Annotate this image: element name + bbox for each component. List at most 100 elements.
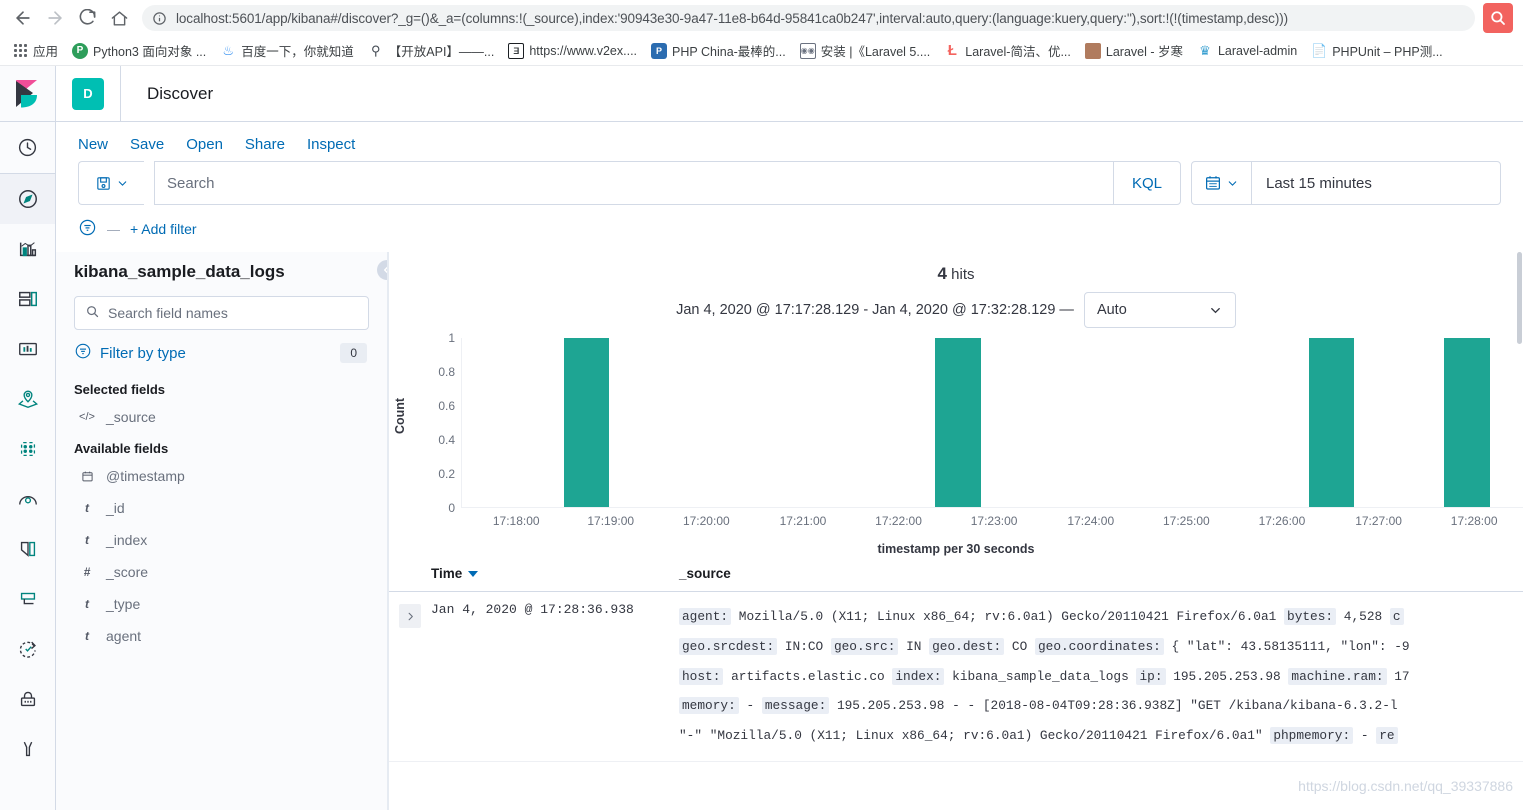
bookmark-item[interactable]: ◉◉ 安装 |《Laravel 5.... [794, 38, 937, 63]
column-header-time[interactable]: Time [389, 566, 679, 581]
sidebar-item-apm[interactable] [0, 574, 55, 624]
bookmark-label: PHP China-最棒的... [672, 45, 786, 59]
bookmark-apps[interactable]: 应用 [6, 38, 64, 63]
discover-top-menu: New Save Open Share Inspect [56, 122, 1523, 161]
sidebar-item-logs[interactable] [0, 524, 55, 574]
field-name: _index [106, 532, 148, 548]
bookmark-item[interactable]: ⚲ 【开放API】——... [362, 38, 501, 63]
y-tick: 0.6 [438, 399, 455, 413]
field-item-timestamp[interactable]: @timestamp [74, 460, 369, 492]
field-type-source-icon: </> [79, 411, 95, 423]
chart-plot-area[interactable] [461, 338, 1523, 508]
back-button[interactable] [8, 3, 38, 33]
chart-bar[interactable] [935, 338, 981, 507]
add-filter-button[interactable]: + Add filter [130, 221, 197, 237]
x-tick: 17:19:00 [587, 514, 635, 528]
chart-bar[interactable] [1444, 338, 1491, 507]
bookmark-item[interactable]: P Python3 面向对象 ... [66, 38, 212, 63]
app-badge: D [72, 77, 104, 110]
sort-desc-icon[interactable] [468, 570, 479, 577]
chart-y-ticks: 1 0.8 0.6 0.4 0.2 0 [389, 331, 455, 515]
bookmark-item[interactable]: Laravel - 岁寒 [1079, 38, 1189, 63]
source-field-key: phpmemory: [1270, 727, 1354, 745]
share-button[interactable]: Share [245, 136, 285, 153]
table-row[interactable]: Jan 4, 2020 @ 17:28:36.938 agent: Mozill… [389, 592, 1523, 763]
row-time: Jan 4, 2020 @ 17:28:36.938 [431, 602, 634, 617]
bookmark-item[interactable]: ♛ Laravel-admin [1191, 40, 1303, 62]
sidebar-item-discover[interactable] [0, 174, 55, 224]
save-button[interactable]: Save [130, 136, 164, 153]
bookmark-label: 应用 [33, 45, 59, 59]
x-tick: 17:24:00 [1067, 514, 1115, 528]
filter-bar: — + Add filter [56, 205, 1523, 252]
source-field-value: - [746, 698, 755, 714]
bookmarks-bar: 应用 P Python3 面向对象 ... ♨ 百度一下，你就知道 ⚲ 【开放A… [0, 36, 1523, 66]
sidebar-item-machine-learning[interactable] [0, 424, 55, 474]
field-item-source[interactable]: </> _source [74, 401, 369, 433]
field-item-id[interactable]: t _id [74, 492, 369, 524]
time-picker[interactable]: Last 15 minutes [1191, 161, 1501, 205]
y-tick: 1 [448, 331, 455, 345]
bookmark-label: 百度一下，你就知道 [241, 45, 354, 59]
bookmark-item[interactable]: Ǝ https://www.v2ex.... [502, 40, 643, 62]
time-range-line: Jan 4, 2020 @ 17:17:28.129 - Jan 4, 2020… [389, 292, 1523, 328]
collapse-sidebar-button[interactable] [377, 260, 387, 280]
x-tick: 17:25:00 [1162, 514, 1210, 528]
field-item-type[interactable]: t _type [74, 588, 369, 620]
expand-row-button[interactable] [399, 604, 421, 628]
field-item-index[interactable]: t _index [74, 524, 369, 556]
search-field-names-input[interactable] [108, 305, 358, 321]
source-field-value: IN:CO [784, 638, 824, 654]
interval-select[interactable]: Auto [1083, 292, 1236, 328]
time-range-label[interactable]: Last 15 minutes [1252, 175, 1386, 192]
forward-button[interactable] [40, 3, 70, 33]
search-extension-icon[interactable] [1483, 3, 1513, 33]
bookmark-label: 【开放API】——... [388, 45, 495, 59]
sidebar-item-visualize[interactable] [0, 224, 55, 274]
field-item-score[interactable]: # _score [74, 556, 369, 588]
sidebar-item-dev-tools[interactable] [0, 724, 55, 774]
inspect-button[interactable]: Inspect [307, 136, 355, 153]
x-tick: 17:27:00 [1355, 514, 1402, 528]
bookmark-item[interactable]: 📄 PHPUnit – PHP测... [1305, 38, 1448, 63]
x-tick: 17:20:00 [682, 514, 730, 528]
source-field-value: 17 [1394, 668, 1410, 684]
source-field-key: geo.dest: [929, 637, 1005, 655]
home-button[interactable] [104, 3, 134, 33]
bookmark-item[interactable]: P PHP China-最棒的... [645, 38, 792, 63]
new-button[interactable]: New [78, 136, 108, 153]
chart-bar[interactable] [563, 338, 610, 507]
x-tick: 17:21:00 [779, 514, 827, 528]
address-bar[interactable]: localhost:5601/app/kibana#/discover?_g=(… [142, 5, 1475, 31]
x-tick: 17:23:00 [970, 514, 1018, 528]
reload-button[interactable] [72, 3, 102, 33]
chart-bar[interactable] [1308, 338, 1355, 507]
sidebar-item-siem[interactable] [0, 674, 55, 724]
bookmark-item[interactable]: Ł Laravel-简洁、优... [938, 38, 1077, 63]
chart-x-ticks: 17:18:00 17:19:00 17:20:00 17:21:00 17:2… [461, 514, 1523, 534]
bookmark-item[interactable]: ♨ 百度一下，你就知道 [214, 38, 360, 63]
vertical-scrollbar[interactable] [1516, 252, 1523, 810]
filter-by-type-button[interactable]: Filter by type 0 [74, 330, 369, 374]
field-name: _type [106, 596, 141, 612]
site-info-icon[interactable] [152, 11, 167, 26]
sidebar-item-infrastructure[interactable] [0, 474, 55, 524]
search-input[interactable] [155, 174, 1113, 192]
x-tick: 17:28:00 [1450, 514, 1498, 528]
calendar-icon[interactable] [1192, 162, 1252, 204]
field-item-agent[interactable]: t agent [74, 620, 369, 652]
query-language-button[interactable]: KQL [1112, 162, 1180, 204]
source-field-key: memory: [679, 697, 739, 715]
saved-query-button[interactable] [78, 161, 144, 205]
sidebar-item-canvas[interactable] [0, 324, 55, 374]
sidebar-item-maps[interactable] [0, 374, 55, 424]
scrollbar-thumb[interactable] [1517, 252, 1522, 344]
sidebar-item-dashboard[interactable] [0, 274, 55, 324]
sidebar-item-uptime[interactable] [0, 624, 55, 674]
y-tick: 0 [448, 501, 455, 515]
filter-options-icon[interactable] [78, 218, 97, 240]
open-button[interactable]: Open [186, 136, 223, 153]
column-header-source[interactable]: _source [679, 566, 731, 581]
elastic-kibana-logo[interactable] [0, 66, 56, 122]
recently-viewed-icon[interactable] [0, 122, 55, 174]
